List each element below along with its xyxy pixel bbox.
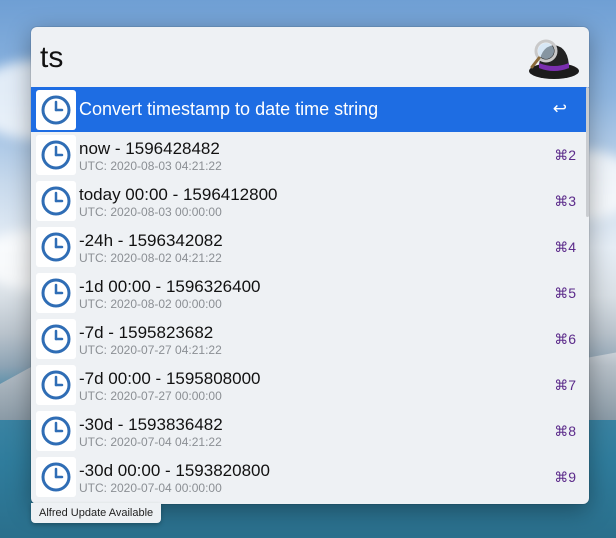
results-list: Convert timestamp to date time string ↩ no… [31, 87, 589, 500]
result-shortcut: ⌘7 [554, 377, 576, 393]
result-row[interactable]: today 00:00 - 1596412800 UTC: 2020-08-03 … [31, 178, 589, 224]
result-subtitle: UTC: 2020-08-02 00:00:00 [79, 297, 222, 311]
result-shortcut: ⌘4 [554, 239, 576, 255]
result-row[interactable]: -7d - 1595823682 UTC: 2020-07-27 04:21:22… [31, 316, 589, 362]
result-shortcut: ⌘9 [554, 469, 576, 485]
search-input[interactable] [40, 37, 510, 79]
result-title: -7d 00:00 - 1595808000 [79, 369, 261, 388]
result-shortcut: ⌘3 [554, 193, 576, 209]
result-title: today 00:00 - 1596412800 [79, 185, 278, 204]
alfred-window: Convert timestamp to date time string ↩ no… [31, 27, 589, 504]
result-row[interactable]: -30d 00:00 - 1593820800 UTC: 2020-07-04 0… [31, 454, 589, 500]
result-row[interactable]: Convert timestamp to date time string ↩ [31, 87, 589, 132]
result-subtitle: UTC: 2020-08-03 04:21:22 [79, 159, 222, 173]
result-shortcut: ⌘8 [554, 423, 576, 439]
result-row[interactable]: now - 1596428482 UTC: 2020-08-03 04:21:22… [31, 132, 589, 178]
scrollbar[interactable] [586, 87, 589, 217]
update-notice[interactable]: Alfred Update Available [31, 503, 162, 523]
return-key-icon: ↩ [552, 99, 567, 118]
result-shortcut: ⌘5 [554, 285, 576, 301]
clock-icon [36, 90, 76, 130]
clock-icon [36, 319, 76, 359]
result-shortcut: ⌘6 [554, 331, 576, 347]
result-row[interactable]: -7d 00:00 - 1595808000 UTC: 2020-07-27 00… [31, 362, 589, 408]
clock-icon [36, 181, 76, 221]
result-title: -30d - 1593836482 [79, 415, 223, 434]
alfred-hat-icon[interactable] [527, 33, 581, 83]
result-row[interactable]: -1d 00:00 - 1596326400 UTC: 2020-08-02 00… [31, 270, 589, 316]
result-title: -24h - 1596342082 [79, 231, 223, 250]
clock-icon [36, 365, 76, 405]
result-shortcut: ⌘2 [554, 147, 576, 163]
result-title: Convert timestamp to date time string [79, 99, 379, 119]
clock-icon [36, 273, 76, 313]
result-title: now - 1596428482 [79, 139, 220, 158]
clock-icon [36, 457, 76, 497]
result-subtitle: UTC: 2020-08-02 04:21:22 [79, 251, 222, 265]
clock-icon [36, 411, 76, 451]
result-subtitle: UTC: 2020-07-27 04:21:22 [79, 343, 222, 357]
clock-icon [36, 227, 76, 267]
result-title: -1d 00:00 - 1596326400 [79, 277, 261, 296]
result-subtitle: UTC: 2020-08-03 00:00:00 [79, 205, 222, 219]
result-subtitle: UTC: 2020-07-04 00:00:00 [79, 481, 222, 495]
result-subtitle: UTC: 2020-07-27 00:00:00 [79, 389, 222, 403]
result-row[interactable]: -24h - 1596342082 UTC: 2020-08-02 04:21:2… [31, 224, 589, 270]
search-bar [31, 27, 589, 87]
result-row[interactable]: -30d - 1593836482 UTC: 2020-07-04 04:21:2… [31, 408, 589, 454]
result-title: -30d 00:00 - 1593820800 [79, 461, 270, 480]
result-title: -7d - 1595823682 [79, 323, 214, 342]
result-subtitle: UTC: 2020-07-04 04:21:22 [79, 435, 222, 449]
clock-icon [36, 135, 76, 175]
